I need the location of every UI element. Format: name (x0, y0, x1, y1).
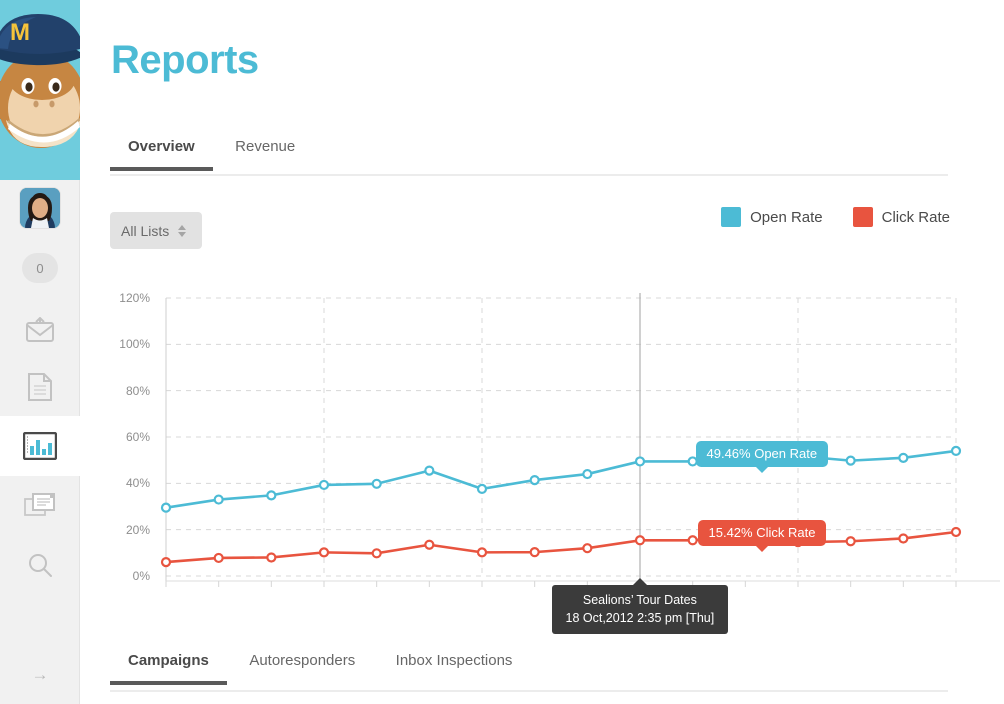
series-line-open-rate (164, 449, 958, 509)
notification-badge[interactable]: 0 (0, 253, 80, 283)
tab-revenue[interactable]: Revenue (217, 138, 313, 169)
legend-swatch-open-rate (721, 207, 742, 227)
data-point[interactable] (634, 456, 646, 467)
templates-icon (24, 493, 55, 516)
svg-text:M: M (10, 19, 30, 46)
bottom-tab-bar: Campaigns Autoresponders Inbox Inspectio… (110, 652, 948, 692)
data-point[interactable] (582, 543, 593, 554)
data-point[interactable] (213, 494, 224, 505)
data-point[interactable] (371, 548, 382, 559)
open-rate-tooltip: 49.46% Open Rate (695, 441, 829, 474)
reports-page: M 0 → Reports Overview Revenue All Lists… (0, 0, 1004, 704)
sidebar-item-search[interactable] (0, 535, 80, 595)
data-point[interactable] (424, 465, 435, 476)
y-axis-tick: 20% (125, 522, 150, 537)
brand-panel: M (0, 0, 80, 180)
click-rate-tooltip: 15.42% Click Rate (697, 520, 827, 553)
data-point[interactable] (476, 547, 488, 558)
legend-item-open-rate[interactable]: Open Rate (721, 207, 823, 227)
search-icon (29, 554, 52, 577)
campaigns-icon (26, 317, 54, 342)
legend-item-click-rate[interactable]: Click Rate (852, 207, 950, 227)
tab-autoresponders[interactable]: Autoresponders (231, 652, 373, 683)
legend-swatch-click-rate (852, 207, 873, 227)
sidebar-item-reports[interactable] (0, 416, 80, 476)
data-point[interactable] (160, 502, 172, 513)
legend-label-open-rate: Open Rate (750, 208, 823, 226)
data-point[interactable] (371, 478, 382, 489)
data-point[interactable] (213, 552, 224, 564)
data-point[interactable] (950, 526, 962, 538)
campaign-hover-tooltip: Sealions’ Tour Dates 18 Oct,2012 2:35 pm… (551, 577, 729, 635)
sidebar-item-lists[interactable] (0, 357, 80, 417)
y-axis-tick: 80% (125, 383, 150, 398)
data-point[interactable] (266, 490, 277, 501)
sidebar-expand-button[interactable]: → (0, 650, 80, 700)
stepper-icon (178, 224, 187, 237)
y-axis-tick: 0% (132, 569, 150, 583)
data-point[interactable] (898, 533, 909, 544)
tab-campaigns[interactable]: Campaigns (110, 652, 227, 685)
data-point[interactable] (266, 552, 277, 563)
data-point[interactable] (845, 455, 856, 466)
reports-icon (23, 432, 57, 460)
data-point[interactable] (582, 468, 593, 480)
rates-line-chart[interactable] (80, 0, 1004, 704)
y-axis-tick: 100% (119, 337, 150, 352)
data-point[interactable] (950, 445, 962, 456)
campaign-name: Sealions’ Tour Dates (582, 593, 697, 607)
open-rate-tooltip-text: 49.46% Open Rate (706, 446, 818, 462)
y-axis-tick: 60% (125, 430, 150, 444)
mailchimp-freddie-logo: M (0, 14, 80, 148)
avatar-photo (20, 188, 60, 228)
series-line-click-rate (164, 530, 958, 564)
main-content: Reports Overview Revenue All Lists Open … (80, 0, 1004, 704)
data-point[interactable] (160, 556, 172, 568)
avatar[interactable] (0, 188, 80, 228)
y-axis-labels: 0% 20% 40% 60% 80% 100% 120% (102, 0, 150, 704)
data-point[interactable] (845, 536, 856, 547)
legend-label-click-rate: Click Rate (881, 208, 950, 226)
data-point[interactable] (476, 483, 488, 494)
tab-inbox-inspections[interactable]: Inbox Inspections (378, 652, 531, 683)
expand-arrow-icon: → (31, 665, 49, 684)
click-rate-tooltip-text: 15.42% Click Rate (708, 525, 816, 541)
chart-legend: Open Rate Click Rate (721, 207, 950, 227)
data-point[interactable] (898, 452, 909, 463)
sidebar: M 0 → (0, 0, 80, 704)
y-axis-tick: 40% (125, 476, 150, 491)
top-tab-bar: Overview Revenue (110, 138, 948, 176)
data-point[interactable] (529, 547, 540, 558)
sidebar-item-templates[interactable] (0, 476, 80, 536)
data-point[interactable] (318, 479, 330, 491)
lists-icon (28, 373, 52, 401)
data-point[interactable] (687, 535, 698, 546)
y-axis-tick: 120% (119, 291, 150, 305)
campaign-timestamp: 18 Oct,2012 2:35 pm [Thu] (565, 611, 715, 626)
data-point[interactable] (318, 547, 330, 558)
badge-count: 0 (22, 253, 58, 283)
data-point[interactable] (424, 539, 435, 550)
sidebar-item-campaigns[interactable] (0, 300, 80, 360)
data-point[interactable] (634, 535, 646, 546)
data-point[interactable] (529, 474, 540, 486)
